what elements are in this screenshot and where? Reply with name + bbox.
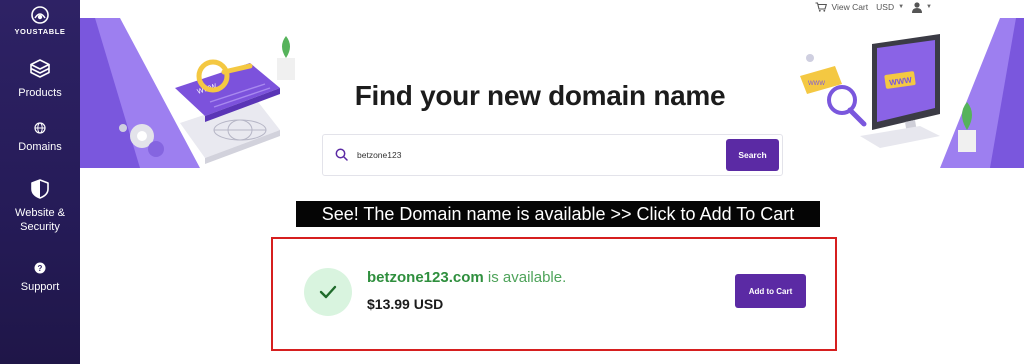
domain-price: $13.99 USD [367,296,444,312]
chevron-down-icon: ▼ [898,4,905,10]
domain-name: betzone123.com [367,269,484,286]
logo[interactable]: YOUSTABLE [0,6,80,36]
chevron-down-icon: ▼ [926,4,932,10]
page-title: Find your new domain name [354,80,726,111]
svg-text:WWW: WWW [808,81,825,87]
domain-search-input[interactable] [357,145,717,165]
cart-icon [815,2,828,12]
globe-icon [34,122,46,134]
domain-result-card: betzone123.com is available. $13.99 USD … [271,237,837,351]
hero-illustration-right: WWW WWW [780,18,1024,168]
logo-icon [31,6,49,24]
sidebar-item-website-security[interactable]: Website & Security [0,178,80,234]
view-cart-link[interactable]: View Cart [815,2,868,12]
sidebar: YOUSTABLE Products Domains Website & Sec… [0,0,80,364]
sidebar-item-products[interactable]: Products [0,58,80,100]
sidebar-item-domains[interactable]: Domains [0,122,80,154]
view-cart-label: View Cart [831,2,869,12]
hero-illustration-left: WWW [80,18,300,168]
availability-banner: See! The Domain name is available >> Cli… [296,201,820,227]
svg-text:?: ? [38,264,43,273]
availability-text: betzone123.com is available. [367,269,566,286]
sidebar-item-label: Domains [18,141,62,153]
user-icon [912,1,923,13]
domain-search-box: Search [322,134,783,176]
currency-selector[interactable]: USD ▼ [876,2,904,12]
currency-label: USD [876,2,895,12]
page: YOUSTABLE Products Domains Website & Sec… [0,0,1024,364]
stack-icon [30,59,50,78]
sidebar-item-label: Products [18,87,62,99]
availability-status: is available. [483,269,567,286]
search-button[interactable]: Search [726,139,779,171]
available-badge [304,268,352,316]
sidebar-item-support[interactable]: ? Support [0,262,80,294]
top-bar: View Cart USD ▼ ▼ [815,0,932,14]
help-icon: ? [34,262,46,274]
sidebar-item-label: Support [20,281,60,293]
shield-icon [31,179,49,199]
logo-text: YOUSTABLE [14,27,66,36]
search-icon [335,148,348,161]
checkmark-icon [319,285,337,299]
add-to-cart-button[interactable]: Add to Cart [735,274,806,308]
sidebar-item-label: Website & Security [15,207,65,233]
account-menu[interactable]: ▼ [912,1,932,13]
